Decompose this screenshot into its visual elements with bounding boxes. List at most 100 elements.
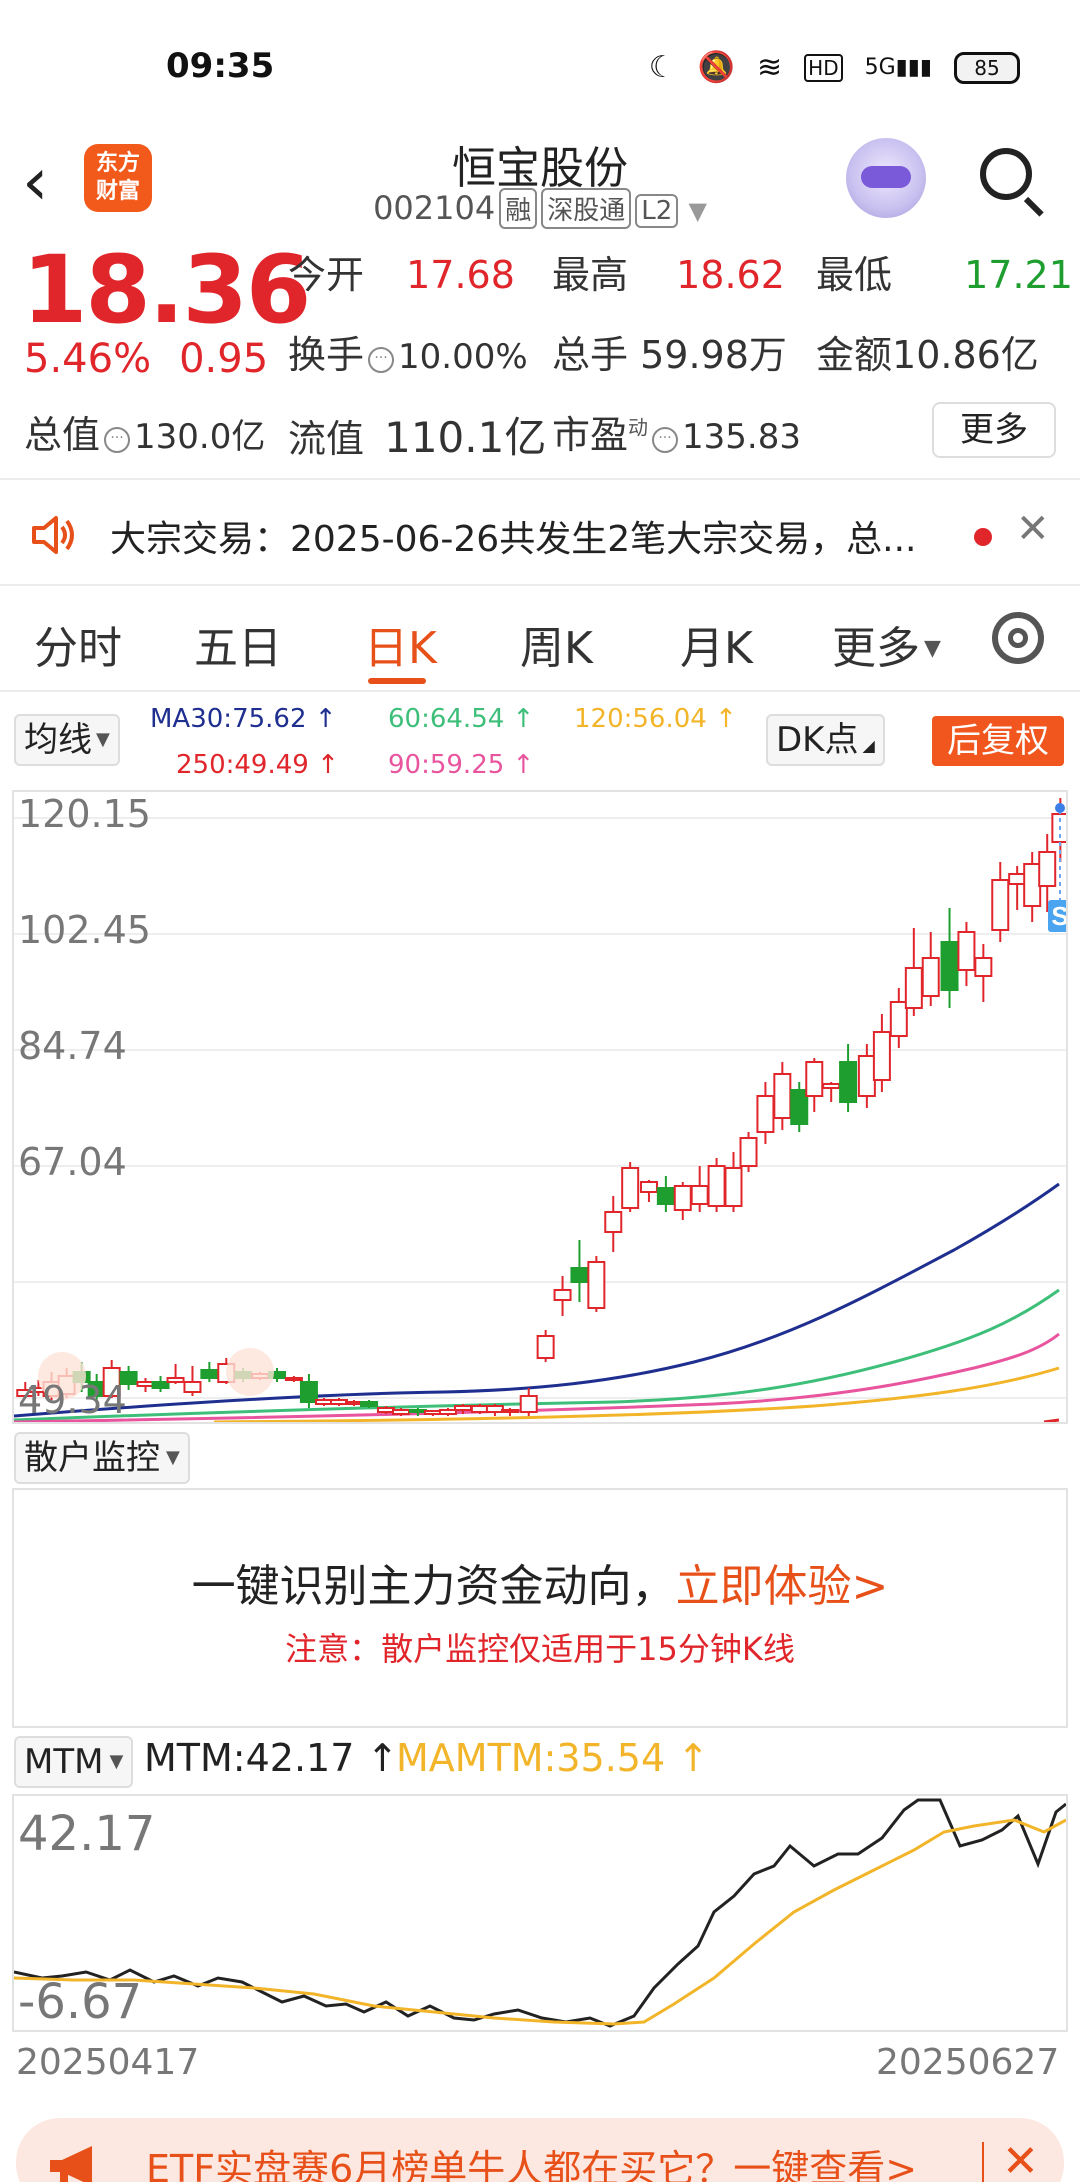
candle-body (519, 1395, 538, 1413)
amount-value: 10.86亿 (892, 333, 1039, 377)
block-trade-notice[interactable]: 大宗交易：2025-06-26共发生2笔大宗交易，总... ✕ (0, 484, 1080, 584)
total-value-number: 130.0亿 (134, 417, 266, 457)
candle-body (974, 957, 993, 977)
etf-promo-banner[interactable]: ETF实盘赛6月榜单牛人都在买它？一键查看> ✕ (16, 2118, 1064, 2182)
y-tick-label: 102.45 (18, 908, 151, 952)
search-button[interactable] (976, 144, 1046, 217)
sell-signal-marker[interactable]: S (1051, 901, 1066, 931)
tab-intraday[interactable]: 分时 (34, 612, 122, 676)
dk-point-selector[interactable]: DK点 ◢ (766, 714, 885, 766)
candle-body (553, 1289, 572, 1301)
gear-icon[interactable] (992, 612, 1044, 664)
candle-body (857, 1055, 876, 1097)
ma90-label: 90:59.25 ↑ (388, 750, 535, 780)
mtm-y-top: 42.17 (18, 1806, 156, 1862)
turnover-cell: 换手 ··· 10.00% (288, 324, 528, 379)
divider (0, 478, 1080, 480)
high-cell: 最高 18.62 (552, 244, 785, 299)
volume-cell: 总手 59.98万 (552, 324, 787, 379)
network-type: 5G (864, 55, 896, 80)
candle-body (151, 1381, 170, 1389)
info-icon[interactable]: ··· (104, 427, 131, 453)
current-price: 18.36 (22, 236, 311, 345)
candle-body (639, 1181, 658, 1193)
candle-body (423, 1410, 442, 1415)
candle-body (673, 1185, 692, 1211)
ma30-value: MA30:75.62 (150, 704, 307, 734)
tab-monthly-k[interactable]: 月K (680, 612, 753, 676)
search-icon-handle (1023, 196, 1044, 217)
mtm-selector[interactable]: MTM ▼ (14, 1736, 134, 1788)
candle-body (500, 1409, 519, 1413)
mtm-selector-label: MTM (24, 1742, 104, 1782)
ma30-label: MA30:75.62 ↑ (150, 704, 337, 734)
signal-icon: 5G▮▮▮ (864, 55, 932, 80)
corner-triangle-icon: ◢ (862, 736, 875, 755)
assistant-robot-icon[interactable] (846, 138, 926, 218)
status-time: 09:35 (166, 46, 275, 86)
more-quote-button[interactable]: 更多 (932, 402, 1056, 458)
mamtm-line (13, 1818, 1067, 2026)
dk-point-label: DK点 (776, 720, 859, 760)
date-start: 20250417 (16, 2042, 200, 2083)
try-now-link[interactable]: 立即体验> (676, 1561, 889, 1612)
total-value: 总值 ··· 130.0亿 (24, 404, 265, 459)
candle-body (656, 1187, 675, 1205)
ma-legend: 均线 ▼ MA30:75.62 ↑ 60:64.54 ↑ 120:56.04 ↑ … (0, 694, 1080, 790)
turnover-label: 换手 (288, 333, 365, 377)
candle-body (1008, 873, 1027, 885)
notice-close-icon[interactable]: ✕ (1016, 506, 1050, 552)
low-cell: 最低 17.21 (816, 244, 1073, 299)
mtm-y-bottom: -6.67 (18, 1974, 143, 2030)
candle-body (991, 879, 1010, 931)
robot-eye (861, 166, 911, 188)
signal-markers: S (38, 803, 1066, 1400)
ma60-value: 60:64.54 (388, 704, 505, 734)
mtm-value: MTM:42.17 (144, 1736, 355, 1780)
y-tick-label: 67.04 (18, 1140, 127, 1184)
ma120-value: 120:56.04 (574, 704, 707, 734)
candle-body (391, 1409, 410, 1415)
candle-body (773, 1073, 792, 1119)
tab-more[interactable]: 更多 ▼ (832, 612, 941, 676)
open-label: 今开 (288, 253, 365, 297)
retail-monitor-label: 散户监控 (24, 1438, 160, 1478)
speaker-icon (32, 516, 74, 554)
change-amount: 0.95 (179, 336, 269, 382)
ma120-label: 120:56.04 ↑ (574, 704, 737, 734)
search-icon (980, 148, 1032, 200)
back-button[interactable]: ‹ (22, 142, 82, 222)
mtm-chart[interactable]: 42.17 -6.67 (12, 1794, 1068, 2032)
retail-monitor-selector[interactable]: 散户监控 ▼ (14, 1432, 190, 1484)
candlestick-chart[interactable]: S 120.15 102.45 84.74 67.04 49.34 (12, 790, 1068, 1424)
banner-close-icon[interactable]: ✕ (1002, 2136, 1039, 2182)
float-value: 110.1亿 (384, 413, 547, 462)
candle-body (314, 1399, 333, 1405)
ma60-label: 60:64.54 ↑ (388, 704, 535, 734)
tag-level2: L2 (635, 194, 679, 228)
candle-body (604, 1211, 623, 1233)
low-value: 17.21 (964, 253, 1073, 297)
pe-label: 市盈 (552, 413, 629, 457)
retail-monitor-panel[interactable]: 一键识别主力资金动向，立即体验> 注意：散户监控仅适用于15分钟K线 (12, 1488, 1068, 1728)
chart-tabs: 分时 五日 日K 周K 月K 更多 ▼ (0, 592, 1080, 692)
mamtm-value: MAMTM:35.54 (396, 1736, 666, 1780)
indicator-selector[interactable]: 均线 ▼ (14, 714, 120, 766)
caret-down-icon: ▼ (109, 1751, 124, 1772)
change-percent: 5.46% (24, 336, 152, 382)
quote-panel: 18.36 5.46% 0.95 总值 ··· 130.0亿 今开 17.68 最高 … (0, 236, 1080, 476)
monitor-promo: 一键识别主力资金动向，立即体验> (14, 1550, 1066, 1614)
ma250-label: 250:49.49 ↑ (176, 750, 339, 780)
adjust-price-button[interactable]: 后复权 (932, 716, 1064, 766)
volume-value: 59.98万 (640, 333, 787, 377)
tab-weekly-k[interactable]: 周K (520, 612, 593, 676)
info-icon[interactable]: ··· (652, 427, 679, 453)
moon-icon: ☾ (648, 50, 676, 85)
ma90-value: 90:59.25 (388, 750, 505, 780)
tab-daily-k[interactable]: 日K (364, 612, 437, 676)
app-logo[interactable]: 东方 财富 (84, 144, 152, 212)
info-icon[interactable]: ··· (368, 347, 395, 373)
pe-cell: 市盈动 ··· 135.83 (552, 404, 801, 459)
tab-five-day[interactable]: 五日 (194, 612, 282, 676)
change-row: 5.46% 0.95 (24, 336, 296, 382)
